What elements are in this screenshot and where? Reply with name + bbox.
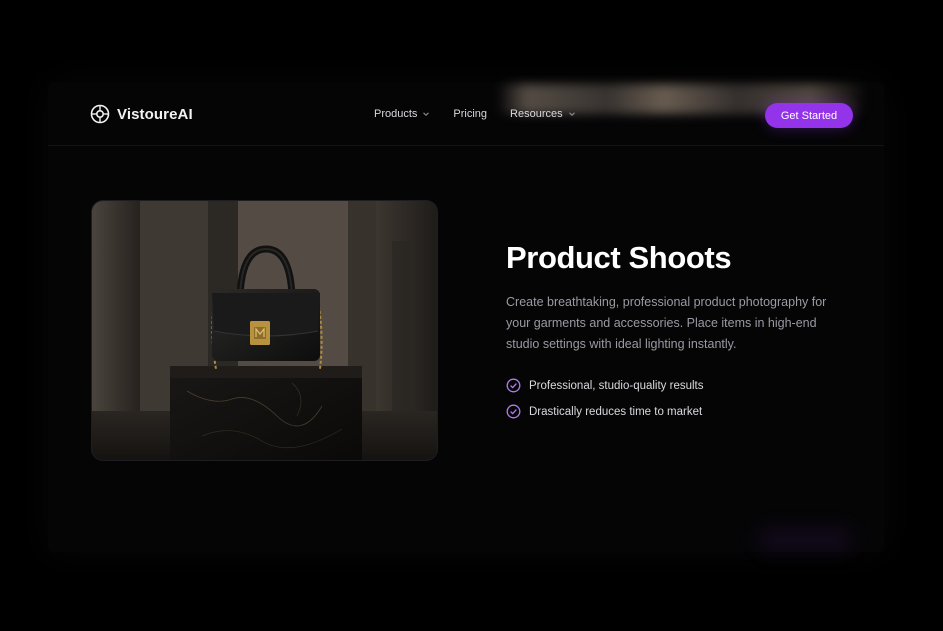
check-circle-icon [506,404,521,419]
top-navigation: VistoureAI Products Pricing Resources Ge… [48,82,884,146]
chevron-down-icon [423,112,430,116]
brand-name: VistoureAI [117,105,193,123]
nav-item-products[interactable]: Products [374,108,430,120]
check-circle-icon [506,378,521,393]
aperture-icon [90,104,110,124]
nav-item-resources[interactable]: Resources [510,108,576,120]
hero-description: Create breathtaking, professional produc… [506,295,827,351]
product-photo [91,200,438,461]
get-started-button[interactable]: Get Started [765,103,853,128]
nav-item-label: Resources [510,108,563,120]
handbag-photo-illustration [92,201,437,460]
feature-label: Professional, studio-quality results [529,379,704,392]
brand-logo[interactable]: VistoureAI [90,104,193,124]
feature-item: Professional, studio-quality results [506,378,704,393]
page-title: Product Shoots [506,240,732,275]
feature-item: Drastically reduces time to market [506,404,702,419]
nav-item-label: Pricing [453,108,488,120]
feature-label: Drastically reduces time to market [529,405,703,418]
accent-glow [760,530,850,550]
nav-links: Products Pricing Resources [374,108,599,120]
chevron-down-icon [568,112,575,116]
nav-item-label: Products [374,108,418,120]
nav-item-pricing[interactable]: Pricing [453,108,487,120]
